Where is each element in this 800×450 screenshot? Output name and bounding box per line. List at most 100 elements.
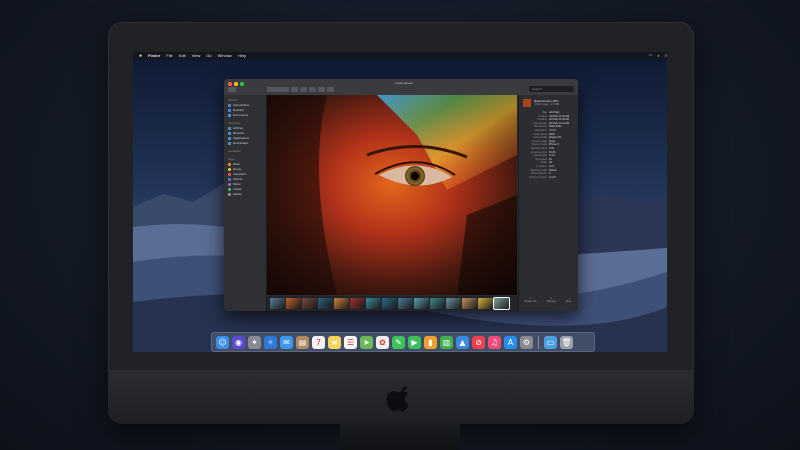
appstore-icon[interactable]: A — [504, 335, 517, 349]
sidebar-header-tags: Tags — [228, 157, 235, 161]
back-forward-buttons[interactable] — [228, 87, 236, 92]
filmstrip-thumbnail[interactable] — [366, 298, 381, 309]
messages-icon[interactable]: ✎ — [392, 335, 405, 349]
photo-preview[interactable] — [267, 95, 517, 295]
launchpad-icon[interactable]: ✦ — [248, 335, 261, 349]
filmstrip-thumbnail[interactable] — [318, 298, 333, 309]
apple-logo-icon — [386, 386, 409, 412]
notes-icon[interactable]: ≡ — [328, 335, 341, 349]
menu-file[interactable]: File — [166, 52, 172, 60]
tag-dot-icon — [228, 188, 231, 191]
tag-dot-icon — [228, 173, 231, 176]
menu-bar-status: ◠ ⌕ ≡ — [649, 52, 667, 60]
dock-separator — [538, 335, 539, 349]
info-inspector: Rainbow Eye.JPG JPEG image - 2.1 MB Tags… — [518, 95, 578, 311]
keynote-icon[interactable]: ▲ — [456, 335, 469, 349]
window-titlebar[interactable]: Lorem Ipsum Search — [224, 79, 578, 96]
filmstrip-thumbnail[interactable] — [350, 298, 365, 309]
reminders-icon[interactable]: ☰ — [344, 335, 357, 349]
menu-app-name[interactable]: Finder — [148, 52, 160, 60]
gallery-view-button[interactable] — [291, 87, 298, 92]
tag-button[interactable] — [327, 87, 334, 92]
window-title: Lorem Ipsum — [395, 81, 413, 85]
filmstrip-thumbnail[interactable] — [302, 298, 317, 309]
mail-icon[interactable]: ✉ — [280, 335, 293, 349]
filmstrip-thumbnail[interactable] — [334, 298, 349, 309]
metadata-list: Tags Add Tags Created 2/15/18, 11:04 AM Modi… — [519, 111, 578, 179]
safari-icon[interactable]: ✧ — [264, 335, 277, 349]
metadata-key: Content Creator — [529, 175, 547, 179]
spotlight-icon[interactable]: ⌕ — [657, 52, 659, 60]
applications-icon — [228, 137, 231, 140]
tag-dot-icon — [228, 168, 231, 171]
pages-icon[interactable]: ▮ — [424, 335, 437, 349]
filmstrip-thumbnail[interactable] — [478, 298, 493, 309]
news-icon[interactable]: ⊘ — [472, 335, 485, 349]
sidebar-header-icloud: iCloud — [228, 98, 237, 102]
close-button[interactable] — [228, 82, 232, 86]
photos-icon[interactable]: ✿ — [376, 335, 389, 349]
filmstrip-thumbnail[interactable] — [462, 298, 477, 309]
more-action[interactable]: ⋯ More... — [566, 297, 574, 303]
sidebar-tag-family[interactable]: Family — [224, 192, 266, 197]
share-button[interactable] — [318, 87, 325, 92]
minimize-button[interactable] — [234, 82, 238, 86]
view-mode-buttons[interactable] — [267, 87, 289, 92]
filmstrip-thumbnail[interactable] — [270, 298, 285, 309]
filmstrip-thumbnail[interactable] — [398, 298, 413, 309]
rotate-left-action[interactable]: ↺ Rotate Left — [524, 297, 536, 303]
tag-dot-icon — [228, 163, 231, 166]
imac-stand — [340, 424, 460, 450]
apple-menu-icon[interactable]: ● — [139, 52, 142, 60]
download-icon — [228, 142, 231, 145]
action-button[interactable] — [309, 87, 316, 92]
menu-window[interactable]: Window — [218, 52, 232, 60]
finder-icon[interactable]: ☺ — [216, 335, 229, 349]
system-preferences-icon[interactable]: ⚙ — [520, 335, 533, 349]
screen: ● Finder File Edit View Go Window Help ◠… — [133, 52, 667, 352]
file-thumbnail — [523, 99, 531, 107]
contacts-icon[interactable]: ▤ — [296, 335, 309, 349]
sidebar-header-locations: Locations — [228, 149, 241, 153]
calendar-icon[interactable]: 7 — [312, 335, 325, 349]
file-kind: JPEG image - 2.1 MB — [534, 103, 560, 106]
menu-bar: ● Finder File Edit View Go Window Help ◠… — [133, 52, 667, 60]
menu-go[interactable]: Go — [206, 52, 211, 60]
filmstrip-thumbnail[interactable] — [446, 298, 461, 309]
trash-icon[interactable]: 🗑 — [560, 335, 573, 349]
clock-icon — [228, 132, 231, 135]
tag-dot-icon — [228, 183, 231, 186]
filmstrip-thumbnail[interactable] — [382, 298, 397, 309]
document-icon — [228, 114, 231, 117]
cloud-icon — [228, 104, 231, 107]
menu-edit[interactable]: Edit — [179, 52, 186, 60]
tag-dot-icon — [228, 193, 231, 196]
filmstrip-thumbnail[interactable] — [430, 298, 445, 309]
airdrop-icon — [228, 127, 231, 130]
finder-window: Lorem Ipsum Search iCloud iCloud Drive D… — [224, 79, 578, 311]
maps-icon[interactable]: ➤ — [360, 335, 373, 349]
music-icon[interactable]: ♫ — [488, 335, 501, 349]
search-field[interactable]: Search — [529, 86, 574, 92]
menu-help[interactable]: Help — [238, 52, 246, 60]
quick-actions: ↺ Rotate Left ✎ Markup ⋯ More... — [519, 297, 578, 303]
filmstrip — [267, 296, 520, 311]
filmstrip-thumbnail[interactable] — [493, 297, 510, 310]
sidebar-header-favorites: Favorites — [228, 121, 241, 125]
metadata-value: 11.2.5 — [549, 175, 556, 179]
group-button[interactable] — [300, 87, 307, 92]
folder-icon[interactable]: ▭ — [544, 335, 557, 349]
markup-action[interactable]: ✎ Markup — [547, 297, 555, 303]
menu-view[interactable]: View — [192, 52, 201, 60]
tag-dot-icon — [228, 178, 231, 181]
siri-icon[interactable]: ◉ — [232, 335, 245, 349]
numbers-icon[interactable]: ▥ — [440, 335, 453, 349]
facetime-icon[interactable]: ▶ — [408, 335, 421, 349]
zoom-button[interactable] — [240, 82, 244, 86]
sidebar: iCloud iCloud Drive Desktop Documents Fa… — [224, 95, 267, 311]
desktop-icon — [228, 109, 231, 112]
control-icon[interactable]: ≡ — [665, 52, 667, 60]
filmstrip-thumbnail[interactable] — [414, 298, 429, 309]
wifi-icon[interactable]: ◠ — [649, 52, 653, 60]
filmstrip-thumbnail[interactable] — [286, 298, 301, 309]
